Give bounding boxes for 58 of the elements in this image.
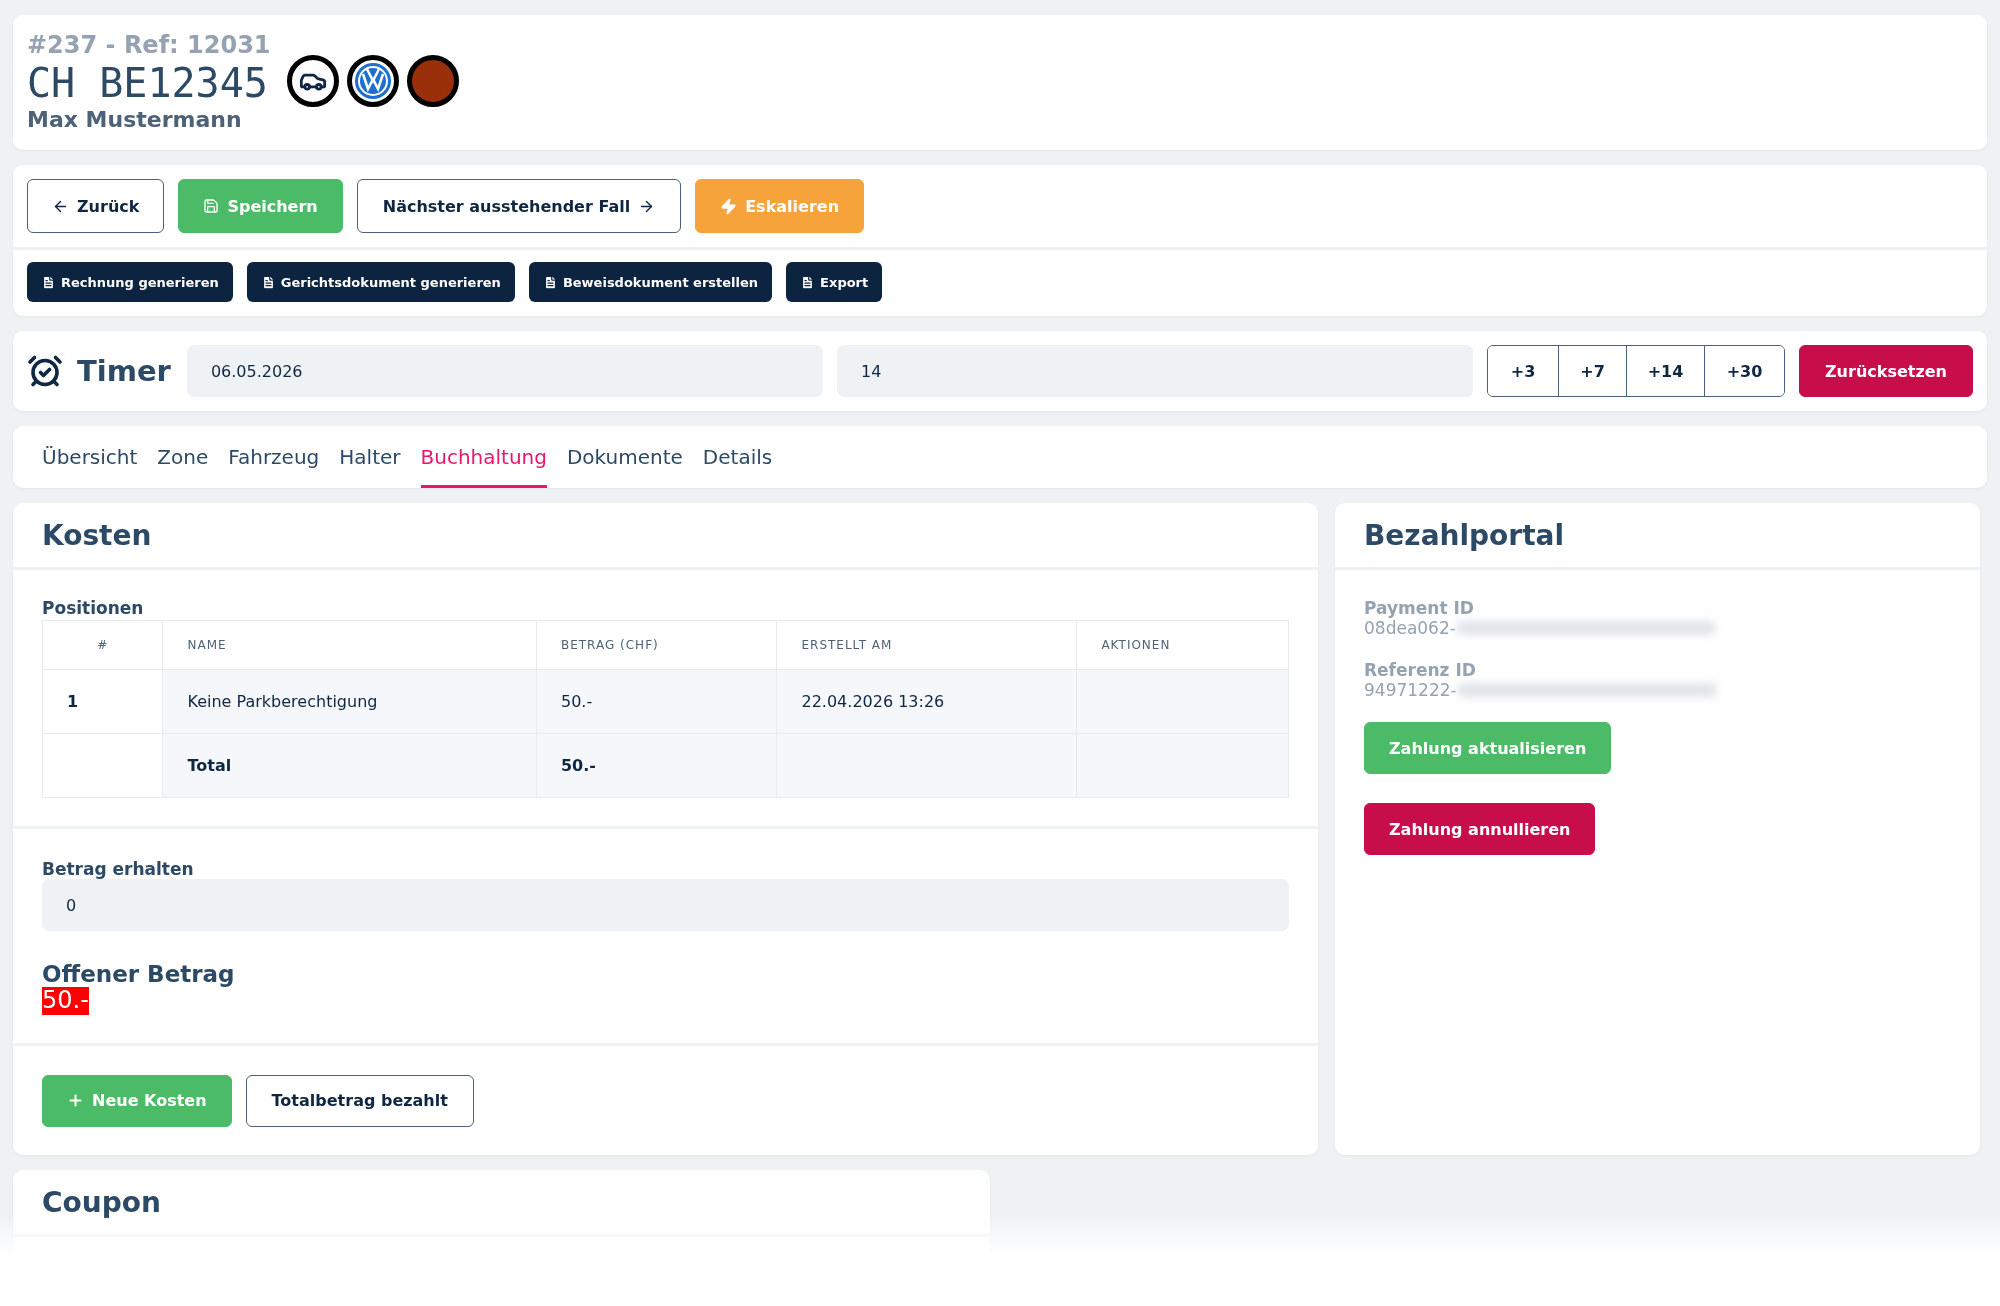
column-header: ERSTELLT AM [777, 620, 1077, 670]
document-button[interactable]: Beweisdokument erstellen [528, 262, 773, 302]
open-amount-label: Offener Betrag [42, 961, 236, 987]
table-cell: 50.- [536, 733, 777, 798]
table-cell: Keine Parkberechtigung [163, 669, 537, 734]
alarm-clock-icon [27, 353, 63, 389]
tab[interactable]: Zone [157, 426, 209, 488]
field-label: Payment ID [1364, 598, 1475, 618]
days-field[interactable]: 14 [836, 345, 1473, 397]
increment-button[interactable]: +30 [1704, 346, 1784, 396]
document-button[interactable]: Rechnung generieren [27, 262, 233, 302]
reset-button[interactable]: Zurücksetzen [1799, 345, 1973, 397]
amount-field[interactable]: 0 [42, 879, 1289, 931]
panel-title: Kosten [13, 503, 1318, 570]
id-value: 94971222- [1364, 680, 1457, 700]
id-value: 08dea062- [1364, 618, 1456, 638]
table-cell: Total [163, 733, 537, 798]
document-icon [41, 274, 56, 290]
next-case-button[interactable]: Nächster ausstehender Fall [356, 179, 682, 233]
column-header: BETRAG (CHF) [536, 620, 777, 670]
table-title: Positionen [42, 598, 145, 618]
save-icon [203, 198, 220, 214]
table-cell: 50.- [536, 669, 777, 734]
timer-label: Timer [77, 354, 171, 388]
panel-title: Bezahlportal [1335, 503, 1980, 570]
document-icon [260, 274, 276, 290]
plus-icon [67, 1092, 84, 1110]
table-cell: 22.04.2026 13:26 [777, 669, 1077, 734]
field-label: Betrag erhalten [42, 859, 195, 879]
document-icon [542, 274, 558, 290]
column-header: # [42, 620, 163, 670]
document-button[interactable]: Export [786, 262, 883, 302]
tab[interactable]: Halter [339, 426, 401, 488]
document-button[interactable]: Gerichtsdokument generieren [246, 262, 515, 302]
tab[interactable]: Dokumente [566, 426, 683, 488]
date-field[interactable]: 06.05.2026 [186, 345, 823, 397]
document-icon [800, 274, 816, 290]
car-icon [286, 55, 339, 107]
paid-button[interactable]: Totalbetrag bezahlt [245, 1074, 474, 1127]
cancel-payment-button[interactable]: Zahlung annullieren [1364, 803, 1596, 855]
tab[interactable]: Übersicht [42, 426, 138, 488]
lightning-icon [720, 197, 738, 215]
blurred-text-icon [1455, 621, 1716, 635]
tab[interactable]: Buchhaltung [420, 426, 547, 488]
tab[interactable]: Details [702, 426, 773, 488]
emblem-icon [346, 55, 399, 107]
column-header: AKTIONEN [1076, 620, 1289, 670]
field-label: Referenz ID [1364, 660, 1477, 680]
tab[interactable]: Fahrzeug [228, 426, 320, 488]
blurred-text-icon [1456, 683, 1717, 697]
column-header: NAME [163, 620, 537, 670]
open-amount: 50.- [42, 987, 89, 1015]
table-cell: 1 [42, 669, 163, 734]
case-reference: #237 - Ref: 12031 [27, 31, 271, 59]
license-plate: CH BE12345 [27, 59, 269, 107]
panel-title: Coupon [13, 1169, 990, 1237]
back-button[interactable]: Zurück [27, 179, 165, 233]
owner-name: Max Mustermann [27, 107, 243, 132]
